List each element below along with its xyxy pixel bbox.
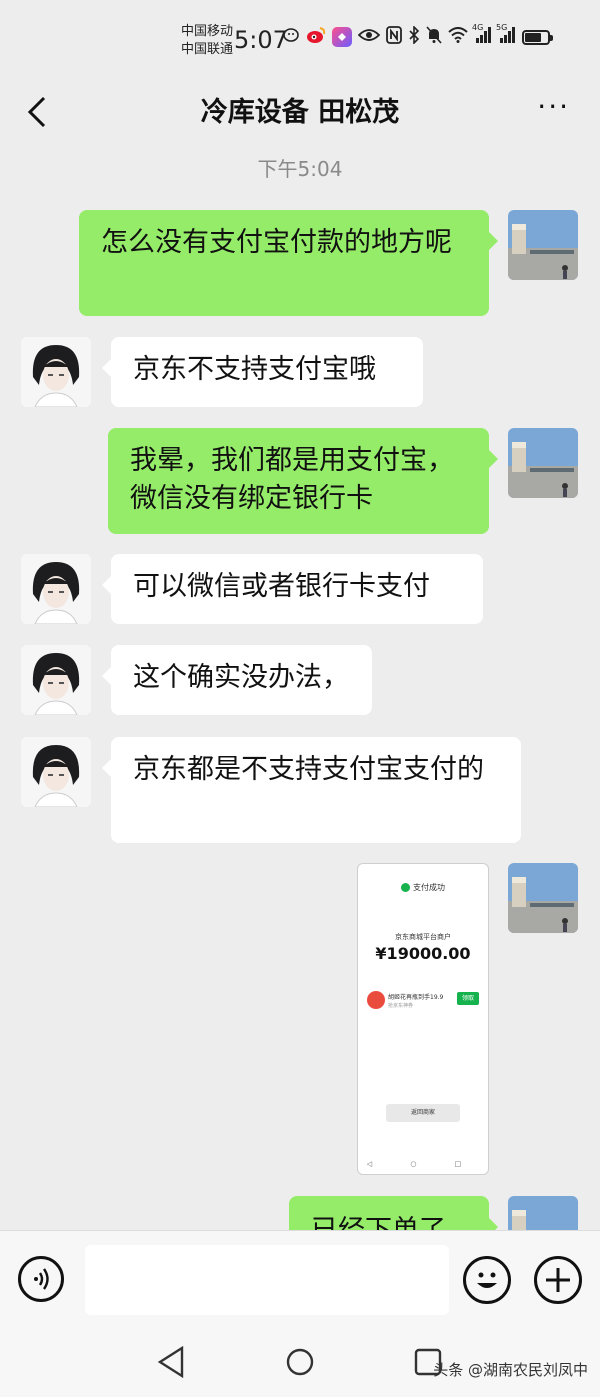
more-options-button[interactable]: ··· <box>537 90 570 123</box>
promo-text: 胡姬花再瓶到手19.9 <box>388 994 444 1001</box>
more-icon: ··· <box>537 90 570 123</box>
qq-icon <box>282 26 300 48</box>
battery-fill <box>525 32 541 42</box>
plus-icon <box>546 1268 570 1292</box>
contact-avatar[interactable] <box>21 737 91 807</box>
bluetooth-icon <box>408 25 420 48</box>
chat-title: 冷库设备 田松茂 <box>200 97 400 128</box>
promo-claim-button: 领取 <box>457 992 479 1005</box>
screenshot-nav-bar: ◁ ○ □ <box>366 1160 480 1168</box>
watermark-text: 头条 @湖南农民刘凤中 <box>433 1361 588 1379</box>
return-merchant-button: 返回商家 <box>386 1104 460 1122</box>
status-time: 5:07 <box>234 26 288 54</box>
emoji-icon <box>477 1272 497 1288</box>
payment-success-label: 支付成功 <box>358 882 488 893</box>
message-bubble-incoming[interactable]: 京东不支持支付宝哦 <box>102 337 423 407</box>
merchant-name: 京东商城平台商户 <box>395 933 451 941</box>
nfc-icon <box>386 26 402 48</box>
payment-status-text: 支付成功 <box>413 883 445 892</box>
battery-icon <box>522 29 553 45</box>
more-actions-button[interactable] <box>534 1256 582 1304</box>
message-input-bar <box>0 1230 600 1331</box>
self-avatar[interactable] <box>508 863 578 933</box>
weibo-icon <box>306 26 326 48</box>
message-timestamp: 下午5:04 <box>257 157 343 181</box>
chat-header: 冷库设备 田松茂 ··· <box>0 78 600 150</box>
self-avatar[interactable] <box>508 1196 578 1230</box>
signal-4g-label: 4G <box>472 23 484 32</box>
voice-icon <box>34 1268 49 1290</box>
status-bar: 中国移动 中国联通 5:07 4G 5G <box>0 0 600 78</box>
status-icons: 4G 5G <box>282 23 553 48</box>
message-bubble-outgoing[interactable]: 怎么没有支付宝付款的地方呢 <box>79 210 498 316</box>
signal-5g-icon: 5G <box>496 23 516 47</box>
contact-avatar[interactable] <box>21 337 91 407</box>
message-bubble-incoming[interactable]: 可以微信或者银行卡支付 <box>102 554 483 624</box>
message-bubble-incoming[interactable]: 这个确实没办法， <box>102 645 372 715</box>
contact-avatar[interactable] <box>21 645 91 715</box>
nav-home-icon[interactable] <box>285 1347 315 1377</box>
message-list[interactable]: 下午5:04 怎么没有支付宝付款的地方呢 京东不支持支付宝哦 我晕，我们都是用支… <box>0 150 600 1230</box>
signal-4g-icon: 4G <box>472 23 492 47</box>
carrier-1: 中国移动 <box>181 24 234 39</box>
promo-subtext: 抢京东神券 <box>388 1003 414 1009</box>
emoji-button[interactable] <box>463 1256 511 1304</box>
self-avatar[interactable] <box>508 428 578 498</box>
contact-avatar[interactable] <box>21 554 91 624</box>
message-bubble-outgoing[interactable]: 已经下单了 <box>289 1196 498 1230</box>
wifi-icon <box>448 27 468 47</box>
image-message[interactable]: 支付成功 京东商城平台商户 ¥19000.00 胡姬花再瓶到手19.9 抢京东神… <box>357 863 489 1175</box>
carrier-labels: 中国移动 中国联通 <box>181 23 233 59</box>
message-bubble-outgoing[interactable]: 我晕，我们都是用支付宝，微信没有绑定银行卡 <box>108 428 498 534</box>
nav-back-icon[interactable] <box>156 1345 186 1379</box>
message-input[interactable] <box>85 1245 449 1315</box>
payment-amount: ¥19000.00 <box>375 944 471 963</box>
app-icon <box>332 27 352 47</box>
mute-icon <box>426 26 442 48</box>
promo-icon <box>367 991 385 1009</box>
system-navigation-bar: 头条 @湖南农民刘凤中 <box>0 1330 600 1397</box>
signal-5g-label: 5G <box>496 23 508 32</box>
self-avatar[interactable] <box>508 210 578 280</box>
carrier-2: 中国联通 <box>181 42 234 57</box>
voice-button[interactable] <box>18 1256 64 1302</box>
eye-icon <box>357 28 381 46</box>
check-circle-icon <box>401 883 410 892</box>
message-bubble-incoming[interactable]: 京东都是不支持支付宝支付的 <box>102 737 521 843</box>
